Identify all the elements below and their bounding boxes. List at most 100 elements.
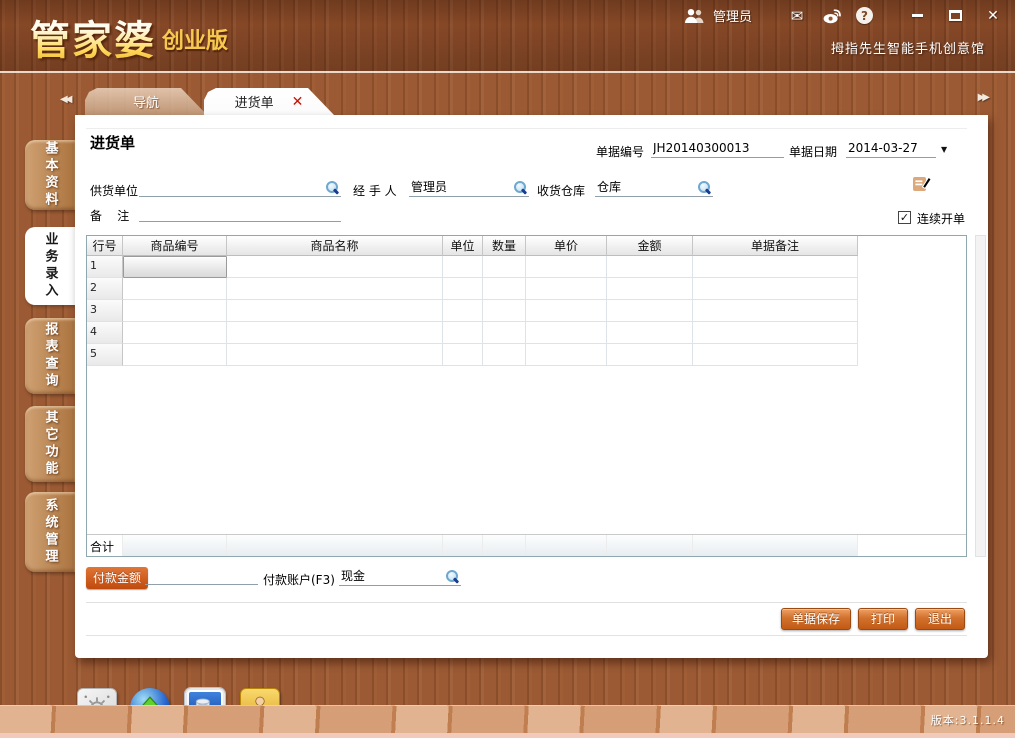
cell-quantity[interactable] <box>483 278 526 300</box>
col-header-unit[interactable]: 单位 <box>443 236 483 256</box>
help-icon[interactable]: ? <box>856 7 873 24</box>
edit-icon[interactable] <box>911 173 932 194</box>
cell-product-code[interactable] <box>123 322 227 344</box>
cell-unit-price[interactable] <box>526 322 607 344</box>
col-header-product-code[interactable]: 商品编号 <box>123 236 227 256</box>
tab-navigation[interactable]: 导航 <box>85 88 207 115</box>
supplier-input[interactable] <box>139 178 341 195</box>
cell-product-name[interactable] <box>227 344 443 366</box>
supplier-field <box>139 178 341 197</box>
tab-purchase-order-label: 进货单 <box>235 92 274 111</box>
warehouse-field <box>595 178 713 197</box>
total-amount <box>607 535 693 556</box>
sidebar-item-other-functions[interactable]: 其它功能 <box>25 406 75 482</box>
cell-product-name[interactable] <box>227 322 443 344</box>
purchase-order-panel: 进货单 单据编号 单据日期 ▼ 供货单位 经 手 人 收货仓库 <box>75 115 988 658</box>
cell-amount[interactable] <box>607 322 693 344</box>
doc-date-input[interactable] <box>846 139 936 156</box>
sidebar-item-business-entry[interactable]: 业务录入 <box>25 227 75 305</box>
cell-amount[interactable] <box>607 300 693 322</box>
cell-doc-remark[interactable] <box>693 322 858 344</box>
handler-search-icon[interactable] <box>514 181 527 194</box>
cell-product-code[interactable] <box>123 300 227 322</box>
row-number: 1 <box>87 256 123 278</box>
warehouse-search-icon[interactable] <box>698 181 711 194</box>
handler-input[interactable] <box>409 178 529 195</box>
cell-quantity[interactable] <box>483 322 526 344</box>
weibo-icon[interactable] <box>821 7 843 25</box>
remark-input[interactable] <box>139 203 341 220</box>
cell-filler <box>858 256 966 278</box>
bottom-strip <box>0 733 1015 738</box>
row-number: 5 <box>87 344 123 366</box>
col-header-row-no[interactable]: 行号 <box>87 236 123 256</box>
col-header-quantity[interactable]: 数量 <box>483 236 526 256</box>
payment-account-input[interactable] <box>339 567 461 584</box>
cell-product-code[interactable] <box>123 278 227 300</box>
cell-quantity[interactable] <box>483 256 526 278</box>
cell-product-code-focused[interactable] <box>123 256 227 278</box>
tab-scroll-right-icon[interactable]: ▶▶ <box>978 92 987 103</box>
col-header-doc-remark[interactable]: 单据备注 <box>693 236 858 256</box>
cell-quantity[interactable] <box>483 300 526 322</box>
doc-date-field <box>846 139 936 158</box>
tab-close-icon[interactable]: ✕ <box>292 95 304 109</box>
col-header-amount[interactable]: 金额 <box>607 236 693 256</box>
cell-unit[interactable] <box>443 278 483 300</box>
tab-scroll-left-icon[interactable]: ◀◀ <box>60 94 69 105</box>
continuous-label[interactable]: 连续开单 <box>917 210 965 227</box>
warehouse-input[interactable] <box>595 178 713 195</box>
cell-unit[interactable] <box>443 344 483 366</box>
tab-purchase-order[interactable]: 进货单 ✕ <box>204 88 334 115</box>
cell-amount[interactable] <box>607 344 693 366</box>
cell-doc-remark[interactable] <box>693 256 858 278</box>
exit-button[interactable]: 退出 <box>915 608 965 630</box>
cell-quantity[interactable] <box>483 344 526 366</box>
mail-icon[interactable]: ✉ <box>786 7 808 25</box>
app-logo: 管家婆创业版 <box>30 8 228 66</box>
print-button[interactable]: 打印 <box>858 608 908 630</box>
payment-amount-input[interactable] <box>145 566 258 583</box>
bottom-shelf <box>0 705 1015 733</box>
cell-unit[interactable] <box>443 256 483 278</box>
supplier-search-icon[interactable] <box>326 181 339 194</box>
cell-doc-remark[interactable] <box>693 344 858 366</box>
panel-scrollbar[interactable] <box>975 235 986 557</box>
cell-product-name[interactable] <box>227 300 443 322</box>
sidebar-item-basic-data[interactable]: 基本资料 <box>25 140 75 210</box>
cell-unit-price[interactable] <box>526 300 607 322</box>
cell-unit-price[interactable] <box>526 278 607 300</box>
cell-amount[interactable] <box>607 278 693 300</box>
minimize-button[interactable] <box>905 7 929 25</box>
cell-doc-remark[interactable] <box>693 300 858 322</box>
cell-unit[interactable] <box>443 322 483 344</box>
sidebar-item-system-management[interactable]: 系统管理 <box>25 492 75 572</box>
cell-unit-price[interactable] <box>526 344 607 366</box>
cell-product-name[interactable] <box>227 256 443 278</box>
table-empty-space <box>87 366 966 534</box>
cell-unit[interactable] <box>443 300 483 322</box>
cell-product-code[interactable] <box>123 344 227 366</box>
title-banner: 管家婆创业版 管理员 ✉ ? <box>0 0 1015 71</box>
table-header-row: 行号 商品编号 商品名称 单位 数量 单价 金额 单据备注 <box>87 236 966 256</box>
save-button[interactable]: 单据保存 <box>781 608 851 630</box>
cell-product-name[interactable] <box>227 278 443 300</box>
doc-no-field <box>651 139 784 158</box>
col-header-product-name[interactable]: 商品名称 <box>227 236 443 256</box>
maximize-button[interactable] <box>943 7 967 25</box>
total-product-name <box>227 535 443 556</box>
date-dropdown-icon[interactable]: ▼ <box>941 145 947 154</box>
sidebar-item-report-query[interactable]: 报表查询 <box>25 318 75 394</box>
doc-no-input[interactable] <box>651 139 784 156</box>
payment-account-search-icon[interactable] <box>446 570 459 583</box>
cell-amount[interactable] <box>607 256 693 278</box>
cell-unit-price[interactable] <box>526 256 607 278</box>
col-header-unit-price[interactable]: 单价 <box>526 236 607 256</box>
continuous-checkbox[interactable]: ✓ <box>898 211 911 224</box>
close-button[interactable]: ✕ <box>981 7 1005 25</box>
total-quantity <box>483 535 526 556</box>
cell-doc-remark[interactable] <box>693 278 858 300</box>
current-user[interactable]: 管理员 <box>683 6 752 25</box>
payment-amount-button[interactable]: 付款金额 <box>86 567 148 589</box>
table-row: 5 <box>87 344 966 366</box>
